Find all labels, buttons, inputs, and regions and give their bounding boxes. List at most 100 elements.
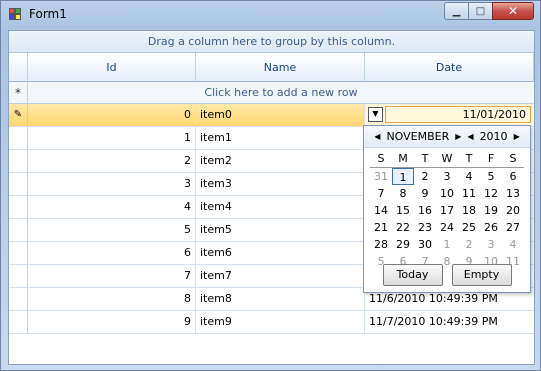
today-button[interactable]: Today	[382, 264, 443, 286]
calendar-day[interactable]: 15	[392, 202, 414, 219]
close-icon[interactable]: ✕	[492, 2, 534, 20]
calendar-day[interactable]: 5	[480, 168, 502, 185]
calendar-day[interactable]: 27	[502, 219, 524, 236]
cell-id[interactable]: 7	[28, 265, 196, 287]
calendar-day[interactable]: 12	[480, 185, 502, 202]
cell-id[interactable]: 0	[28, 104, 196, 126]
calendar-day[interactable]: 31	[370, 168, 392, 185]
calendar-day[interactable]: 16	[414, 202, 436, 219]
calendar-day[interactable]: 7	[370, 185, 392, 202]
cell-name[interactable]: item9	[196, 311, 365, 333]
row-indicator-header	[9, 53, 28, 82]
weekday-label: S	[502, 150, 524, 168]
row-indicator[interactable]	[9, 196, 28, 218]
column-header-id[interactable]: Id	[28, 53, 196, 82]
calendar-grid: S M T W T F S 31 1 2 3 4 5 6 7 8 9 10 11…	[364, 148, 530, 270]
calendar-day[interactable]: 25	[458, 219, 480, 236]
weekday-label: T	[414, 150, 436, 168]
prev-year-icon[interactable]: ◀	[467, 132, 473, 141]
calendar-buttons: Today Empty	[364, 264, 530, 286]
cell-id[interactable]: 4	[28, 196, 196, 218]
cell-name[interactable]: item4	[196, 196, 365, 218]
row-indicator[interactable]	[9, 242, 28, 264]
calendar-day[interactable]: 2	[458, 236, 480, 253]
calendar-day-selected[interactable]: 1	[392, 168, 414, 185]
calendar-day[interactable]: 6	[502, 168, 524, 185]
row-indicator[interactable]	[9, 219, 28, 241]
cell-date[interactable]: 11/7/2010 10:49:39 PM	[365, 311, 534, 333]
title-bar[interactable]: Form1 ▁ □ ✕	[1, 1, 540, 29]
calendar-day[interactable]: 24	[436, 219, 458, 236]
calendar-day[interactable]: 22	[392, 219, 414, 236]
calendar-day[interactable]: 11	[458, 185, 480, 202]
cell-id[interactable]: 5	[28, 219, 196, 241]
weekday-label: S	[370, 150, 392, 168]
row-indicator[interactable]	[9, 265, 28, 287]
cell-id[interactable]: 3	[28, 173, 196, 195]
calendar-day[interactable]: 18	[458, 202, 480, 219]
weekday-label: T	[458, 150, 480, 168]
table-row[interactable]: ✎ 0 item0 ▼ 11/01/2010	[9, 104, 534, 127]
cell-name[interactable]: item8	[196, 288, 365, 310]
cell-name[interactable]: item0	[196, 104, 365, 126]
cell-name[interactable]: item2	[196, 150, 365, 172]
row-indicator[interactable]	[9, 173, 28, 195]
calendar-year[interactable]: 2010	[480, 130, 508, 143]
dropdown-arrow-icon[interactable]: ▼	[368, 107, 383, 122]
calendar-day[interactable]: 21	[370, 219, 392, 236]
table-row[interactable]: 9 item9 11/7/2010 10:49:39 PM	[9, 311, 534, 334]
date-editor-input[interactable]: 11/01/2010	[385, 106, 531, 123]
calendar-day[interactable]: 10	[436, 185, 458, 202]
calendar-day[interactable]: 1	[436, 236, 458, 253]
cell-name[interactable]: item3	[196, 173, 365, 195]
calendar-day[interactable]: 4	[458, 168, 480, 185]
next-year-icon[interactable]: ▶	[514, 132, 520, 141]
cell-name[interactable]: item6	[196, 242, 365, 264]
next-month-icon[interactable]: ▶	[455, 132, 461, 141]
calendar-day[interactable]: 19	[480, 202, 502, 219]
calendar-day[interactable]: 30	[414, 236, 436, 253]
calendar-day[interactable]: 23	[414, 219, 436, 236]
calendar-day[interactable]: 28	[370, 236, 392, 253]
prev-month-icon[interactable]: ◀	[374, 132, 380, 141]
window-title: Form1	[29, 7, 67, 21]
column-header-date[interactable]: Date	[365, 53, 534, 82]
weekday-label: F	[480, 150, 502, 168]
column-header-name[interactable]: Name	[196, 53, 365, 82]
calendar-day[interactable]: 14	[370, 202, 392, 219]
group-panel[interactable]: Drag a column here to group by this colu…	[9, 31, 534, 53]
calendar-day[interactable]: 20	[502, 202, 524, 219]
calendar-day[interactable]: 4	[502, 236, 524, 253]
calendar-day[interactable]: 8	[392, 185, 414, 202]
row-indicator[interactable]	[9, 288, 28, 310]
calendar-day[interactable]: 3	[480, 236, 502, 253]
cell-date-editor[interactable]: ▼ 11/01/2010	[365, 104, 534, 126]
cell-name[interactable]: item5	[196, 219, 365, 241]
cell-id[interactable]: 1	[28, 127, 196, 149]
calendar-day[interactable]: 2	[414, 168, 436, 185]
cell-id[interactable]: 6	[28, 242, 196, 264]
calendar-day[interactable]: 26	[480, 219, 502, 236]
row-indicator[interactable]	[9, 127, 28, 149]
cell-name[interactable]: item7	[196, 265, 365, 287]
pencil-icon: ✎	[9, 104, 28, 126]
calendar-month[interactable]: NOVEMBER	[386, 130, 449, 143]
cell-id[interactable]: 9	[28, 311, 196, 333]
calendar-day[interactable]: 3	[436, 168, 458, 185]
caption-buttons: ▁ □ ✕	[444, 2, 534, 20]
calendar-day[interactable]: 29	[392, 236, 414, 253]
row-indicator[interactable]	[9, 311, 28, 333]
new-row[interactable]: * Click here to add a new row	[9, 82, 534, 104]
maximize-icon[interactable]: □	[468, 2, 493, 20]
calendar-day[interactable]: 9	[414, 185, 436, 202]
weekday-label: W	[436, 150, 458, 168]
calendar-day[interactable]: 13	[502, 185, 524, 202]
cell-name[interactable]: item1	[196, 127, 365, 149]
new-row-label: Click here to add a new row	[204, 86, 358, 99]
calendar-day[interactable]: 17	[436, 202, 458, 219]
row-indicator[interactable]	[9, 150, 28, 172]
empty-button[interactable]: Empty	[451, 264, 512, 286]
cell-id[interactable]: 8	[28, 288, 196, 310]
cell-id[interactable]: 2	[28, 150, 196, 172]
minimize-icon[interactable]: ▁	[444, 2, 469, 20]
